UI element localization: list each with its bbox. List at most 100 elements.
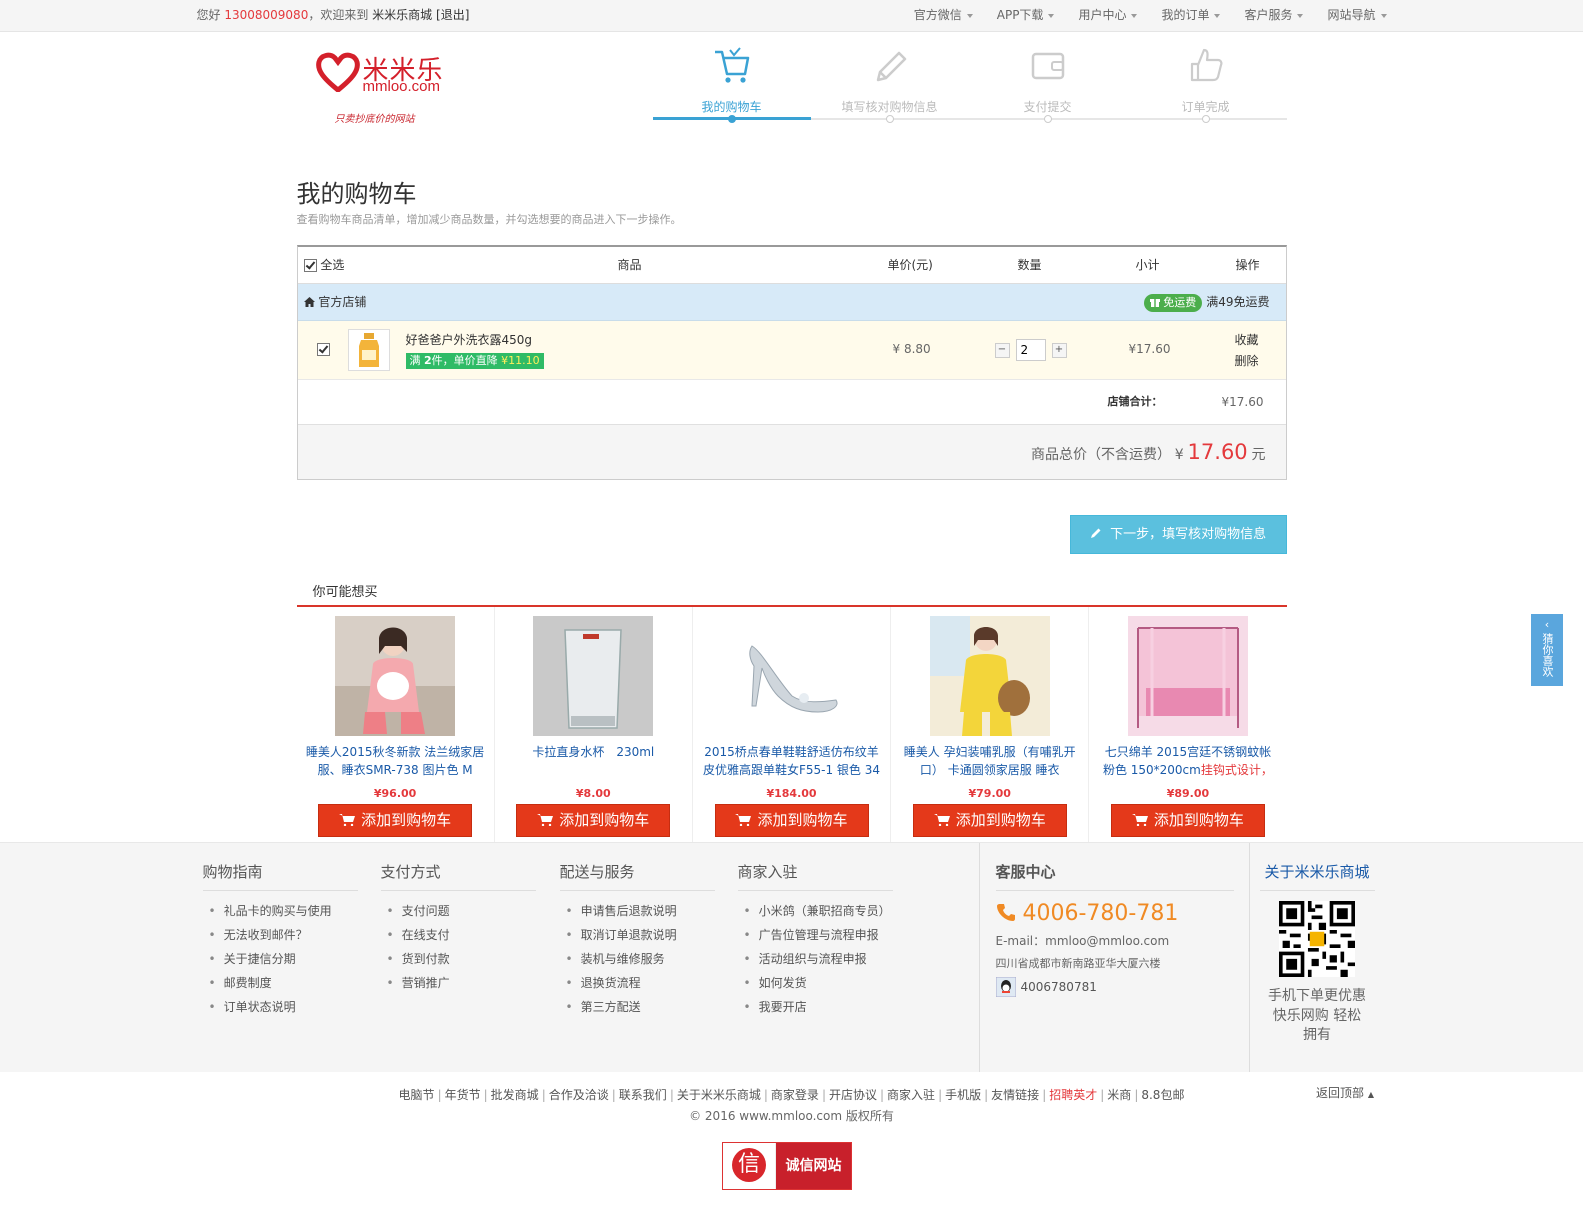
currency-unit: 元 [1251,447,1266,463]
bottom-link[interactable]: 商家入驻 [887,1088,935,1102]
bottom-link[interactable]: 手机版 [945,1088,981,1102]
add-to-cart-button[interactable]: 添加到购物车 [912,804,1067,837]
nav-wechat[interactable]: 官方微信 [914,0,973,31]
add-to-cart-button[interactable]: 添加到购物车 [714,804,869,837]
bottom-link[interactable]: 批发商城 [491,1088,539,1102]
bottom-link[interactable]: 联系我们 [619,1088,667,1102]
bottom-link[interactable]: 开店协议 [829,1088,877,1102]
bottom-link[interactable]: 电脑节 [399,1088,435,1102]
bottom-link[interactable]: 友情链接 [991,1088,1039,1102]
add-to-cart-button[interactable]: 添加到购物车 [318,804,473,837]
item-checkbox[interactable] [316,343,330,356]
product-title-link[interactable]: 卡拉直身水杯 230ml [503,743,684,779]
logout-link[interactable]: [退出] [436,8,469,22]
qty-increase-button[interactable]: + [1051,342,1067,358]
grand-total-value: 17.60 [1187,440,1248,464]
customer-service: 客服中心 4006-780-781 E-mail：mmloo@mmloo.com… [978,843,1250,1072]
recommend-list: 睡美人2015秋冬新款 法兰绒家居服、睡衣SMR-738 图片色 M ¥96.0… [297,607,1287,851]
chevron-left-icon: ‹ [1544,618,1550,631]
footer-link[interactable]: 货到付款 [387,947,536,971]
free-shipping-rule: 满49免运费 [1206,295,1270,309]
shop-name[interactable]: 官方店铺 [303,284,366,320]
footer-link[interactable]: 装机与维修服务 [566,947,715,971]
product-image[interactable] [731,616,852,736]
recommend-item: 睡美人 孕妇装哺乳服（有哺乳开口） 卡通圆领家居服 睡衣 ¥79.00 添加到购… [891,607,1090,851]
footer-col-merchant: 商家入驻 小米鸽（兼职招商专员） 广告位管理与流程申报 活动组织与流程申报 如何… [737,861,893,1019]
user-phone[interactable]: 13008009080 [224,8,308,22]
cart-item-row: 好爸爸户外洗衣露450g 满 2件，单价直降 ¥11.10 ¥ 8.80 − +… [297,321,1286,380]
footer-col-guide: 购物指南 礼品卡的购买与使用 无法收到邮件？ 关于捷信分期 邮费制度 订单状态说… [202,861,358,1019]
footer-link[interactable]: 活动组织与流程申报 [744,947,893,971]
footer-link[interactable]: 订单状态说明 [209,995,358,1019]
nav-my-orders[interactable]: 我的订单 [1161,0,1221,31]
nav-user-center[interactable]: 用户中心 [1078,0,1138,31]
bottom-link[interactable]: 米商 [1107,1088,1131,1102]
product-thumbnail[interactable] [347,329,390,371]
footer-link[interactable]: 小米鸽（兼职招商专员） [744,899,893,923]
bottom-link[interactable]: 关于米米乐商城 [677,1088,761,1102]
nav-customer-service[interactable]: 客户服务 [1244,0,1304,31]
product-name-link[interactable]: 好爸爸户外洗衣露450g [406,331,533,348]
product-bottle-image [358,333,379,367]
footer-link[interactable]: 申请售后退款说明 [566,899,715,923]
pencil-icon [1090,528,1101,538]
qty-input[interactable] [1015,339,1046,361]
footer-link[interactable]: 如何发货 [744,971,893,995]
footer-link[interactable]: 我要开店 [744,995,893,1019]
bottom-link[interactable]: 招聘英才 [1049,1088,1097,1102]
footer-link[interactable]: 支付问题 [387,899,536,923]
product-title-link[interactable]: 睡美人 孕妇装哺乳服（有哺乳开口） 卡通圆领家居服 睡衣 [899,743,1080,779]
favorite-link[interactable]: 收藏 [1235,331,1259,348]
about-section: 关于米米乐商城 手机下单更优惠 快乐网购 轻松 拥有 [1248,843,1385,1072]
product-image[interactable] [1127,616,1248,736]
about-title[interactable]: 关于米米乐商城 [1259,861,1375,891]
welcome: ，欢迎来到 [308,8,369,22]
logo[interactable]: 米米乐 mmloo.com 只卖抄底价的网站 [315,48,455,128]
add-to-cart-button[interactable]: 添加到购物车 [516,804,671,837]
qty-decrease-button[interactable]: − [994,342,1010,358]
step-label: 支付提交 [1023,100,1072,114]
select-all[interactable]: 全选 [303,247,344,283]
nav-app[interactable]: APP下载 [997,0,1055,31]
footer-link[interactable]: 邮费制度 [209,971,358,995]
chevron-down-icon [1214,13,1221,18]
product-price: ¥89.00 [1166,787,1210,800]
select-all-checkbox[interactable] [303,259,317,272]
product-image[interactable] [929,616,1050,736]
step-label: 填写核对购物信息 [841,100,938,114]
product-title-link[interactable]: 睡美人2015秋冬新款 法兰绒家居服、睡衣SMR-738 图片色 M [305,743,486,779]
bottom-link[interactable]: 年货节 [445,1088,481,1102]
service-address: 四川省成都市新南路亚华大厦六楼 [995,957,1161,970]
trust-badge[interactable]: 信 诚信网站 [722,1142,852,1190]
nav-site-map[interactable]: 网站导航 [1327,0,1387,31]
product-image[interactable] [335,616,456,736]
product-title-link[interactable]: 七只绵羊 2015宫廷不锈钢蚊帐 粉色 150*200cm挂钩式设计，便于 [1097,743,1278,779]
footer-link[interactable]: 退换货流程 [566,971,715,995]
service-qq[interactable]: 4006780781 [995,977,1250,997]
delete-link[interactable]: 删除 [1235,352,1259,369]
bottom-link[interactable]: 8.8包邮 [1141,1088,1184,1102]
bottom-link[interactable]: 合作及洽谈 [549,1088,609,1102]
add-to-cart-button[interactable]: 添加到购物车 [1110,804,1265,837]
footer-link[interactable]: 礼品卡的购买与使用 [209,899,358,923]
footer-link[interactable]: 第三方配送 [566,995,715,1019]
product-image[interactable] [533,616,654,736]
footer-link[interactable]: 关于捷信分期 [209,947,358,971]
top-bar: 您好 13008009080，欢迎来到 米米乐商城 [退出] 官方微信 APP下… [0,0,1583,32]
product-price: ¥96.00 [373,787,417,800]
footer-link[interactable]: 无法收到邮件？ [209,923,358,947]
footer-link[interactable]: 营销推广 [387,971,536,995]
promo-tag: 满 2件，单价直降 ¥11.10 [405,353,544,369]
quantity-stepper[interactable]: − + [994,339,1067,361]
back-to-top-link[interactable]: 返回顶部 ▲ [1316,1084,1374,1101]
footer-link[interactable]: 取消订单退款说明 [566,923,715,947]
greeting: 您好 [196,8,221,22]
footer-link[interactable]: 广告位管理与流程申报 [744,923,893,947]
footer-link[interactable]: 在线支付 [387,923,536,947]
guess-you-like-tab[interactable]: ‹ 猜你喜欢 [1531,614,1563,686]
product-title-link[interactable]: 2015桥点春单鞋鞋舒适仿布纹羊皮优雅高跟单鞋女F55-1 银色 34 [701,743,882,779]
site-name-link[interactable]: 米米乐商城 [372,8,432,22]
mosquito-net-photo [1127,616,1248,736]
next-step-button[interactable]: 下一步，填写核对购物信息 [1069,515,1287,554]
bottom-link[interactable]: 商家登录 [771,1088,819,1102]
